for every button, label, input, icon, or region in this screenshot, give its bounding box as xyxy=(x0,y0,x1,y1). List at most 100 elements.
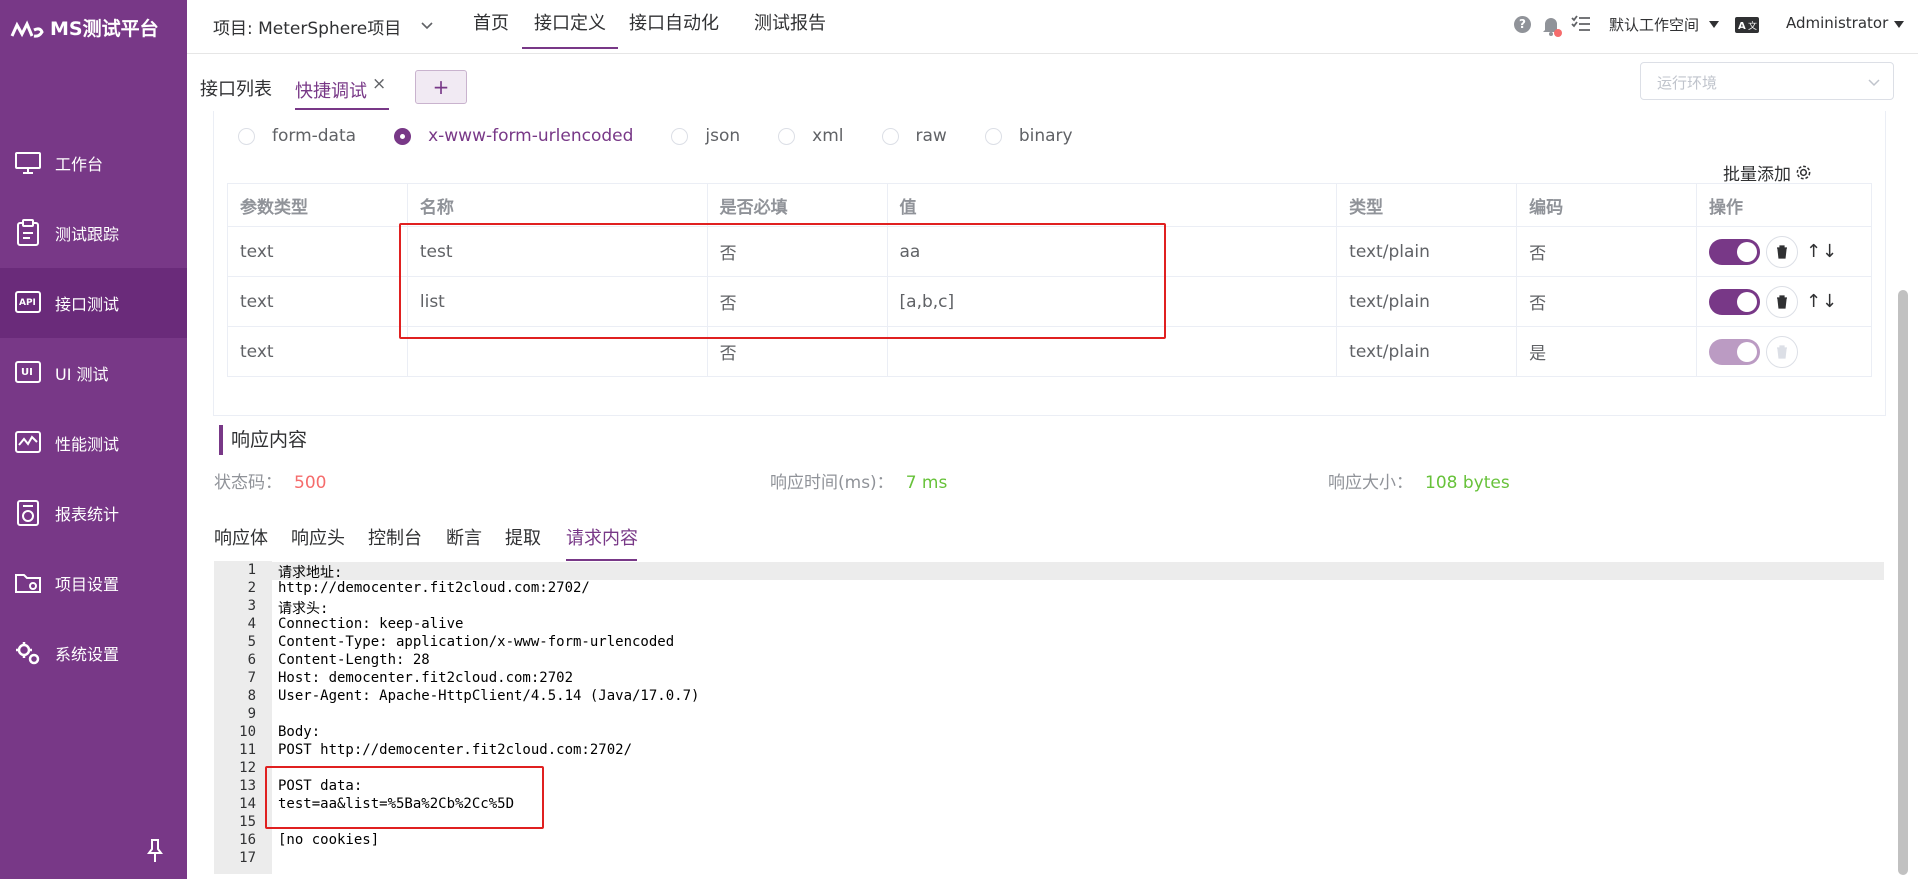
batch-add-label: 批量添加 xyxy=(1723,165,1791,185)
sidebar-item-ui-test[interactable]: UI UI 测试 xyxy=(0,338,187,408)
active-tab-indicator xyxy=(295,108,389,110)
line-text: Body: xyxy=(278,724,321,740)
radio-binary[interactable]: binary xyxy=(984,126,1073,146)
delete-button[interactable] xyxy=(1765,285,1798,318)
trash-icon xyxy=(1776,244,1787,259)
sidebar-item-label: 测试跟踪 xyxy=(55,225,120,244)
close-tab-icon[interactable]: × xyxy=(372,74,386,94)
response-time-value: 7 ms xyxy=(905,473,948,493)
add-tab-button[interactable]: + xyxy=(415,70,467,104)
sidebar-item-api-test[interactable]: API 接口测试 xyxy=(0,268,187,338)
menu-api-definition[interactable]: 接口定义 xyxy=(522,0,618,49)
line-number: 3 xyxy=(247,598,256,614)
param-encode-cell[interactable]: 否 xyxy=(1516,226,1697,277)
code-line: 8 User-Agent: Apache-HttpClient/4.5.14 (J… xyxy=(214,688,1884,706)
caret-down-icon[interactable] xyxy=(1708,20,1720,30)
line-number: 11 xyxy=(239,742,256,758)
line-number: 8 xyxy=(247,688,256,704)
response-time-label: 响应时间(ms)： xyxy=(770,473,894,493)
sidebar-item-reports[interactable]: 报表统计 xyxy=(0,478,187,548)
scrollbar[interactable] xyxy=(1898,290,1908,875)
chevron-down-icon xyxy=(1868,79,1880,87)
param-content-type-cell[interactable]: text/plain xyxy=(1336,326,1518,377)
bell-icon[interactable] xyxy=(1541,14,1563,38)
param-type-cell[interactable]: text xyxy=(227,326,408,377)
logo[interactable]: MS测试平台 xyxy=(10,12,159,42)
radio-json[interactable]: json xyxy=(671,126,740,146)
api-icon: API xyxy=(13,288,43,318)
radio-label: raw xyxy=(915,126,947,146)
table-header-row: 参数类型 名称 是否必填 值 类型 编码 操作 xyxy=(227,183,1873,227)
sidebar-item-project-settings[interactable]: 项目设置 xyxy=(0,548,187,618)
param-encode-cell[interactable]: 否 xyxy=(1516,276,1697,327)
line-number: 14 xyxy=(239,796,256,812)
param-content-type-cell[interactable]: text/plain xyxy=(1336,226,1518,277)
tab-extract[interactable]: 提取 xyxy=(505,524,541,550)
tab-response-headers[interactable]: 响应头 xyxy=(291,524,345,550)
delete-button[interactable] xyxy=(1765,235,1798,268)
top-bar: 项目: MeterSphere项目 首页 接口定义 接口自动化 测试报告 ? 默… xyxy=(187,0,1918,54)
menu-test-report[interactable]: 测试报告 xyxy=(742,0,838,49)
svg-text:UI: UI xyxy=(21,367,33,378)
code-line: 5 Content-Type: application/x-www-form-ur… xyxy=(214,634,1884,652)
language-icon[interactable]: A文 xyxy=(1735,16,1759,34)
status-code-stat: 状态码： 500 xyxy=(214,468,326,493)
line-text: Content-Length: 28 xyxy=(278,652,430,668)
logo-text: MS测试平台 xyxy=(50,17,159,40)
line-text: [no cookies] xyxy=(278,832,380,848)
help-icon[interactable]: ? xyxy=(1514,16,1531,33)
line-number: 10 xyxy=(239,724,256,740)
radio-raw[interactable]: raw xyxy=(881,126,947,146)
task-list-icon[interactable] xyxy=(1571,15,1591,33)
caret-down-icon[interactable] xyxy=(1893,20,1905,30)
chevron-down-icon[interactable] xyxy=(419,17,435,33)
gears-icon xyxy=(13,638,43,668)
param-type-cell[interactable]: text xyxy=(227,276,408,327)
menu-home[interactable]: 首页 xyxy=(461,0,521,49)
radio-label: xml xyxy=(812,126,844,146)
tab-assertions[interactable]: 断言 xyxy=(446,524,482,550)
batch-add-button[interactable]: 批量添加 xyxy=(1723,160,1812,185)
sidebar-item-test-track[interactable]: 测试跟踪 xyxy=(0,198,187,268)
radio-dot xyxy=(238,127,255,145)
line-number: 5 xyxy=(247,634,256,650)
enable-toggle[interactable] xyxy=(1708,238,1760,265)
sidebar-item-label: 接口测试 xyxy=(55,295,120,314)
tab-request-content[interactable]: 请求内容 xyxy=(566,524,638,550)
ui-test-icon: UI xyxy=(13,358,43,388)
sidebar-item-system-settings[interactable]: 系统设置 xyxy=(0,618,187,688)
project-selector[interactable]: 项目: MeterSphere项目 xyxy=(213,14,401,39)
param-content-type-cell[interactable]: text/plain xyxy=(1336,276,1518,327)
radio-dot xyxy=(881,127,899,145)
param-encode-cell[interactable]: 是 xyxy=(1516,326,1697,377)
radio-x-www-form-urlencoded[interactable]: x-www-form-urlencoded xyxy=(394,126,633,146)
user-menu[interactable]: Administrator xyxy=(1786,14,1888,32)
line-text: http://democenter.fit2cloud.com:2702/ xyxy=(278,580,590,596)
tab-api-list[interactable]: 接口列表 xyxy=(200,75,272,101)
radio-form-data[interactable]: form-data xyxy=(238,126,356,146)
tab-quick-debug[interactable]: 快捷调试 xyxy=(295,77,367,103)
status-code-label: 状态码： xyxy=(214,473,282,493)
menu-api-automation[interactable]: 接口自动化 xyxy=(617,0,731,49)
column-header: 类型 xyxy=(1336,183,1518,227)
move-arrows-icon[interactable]: ↑↓ xyxy=(1806,291,1838,312)
workspace-selector[interactable]: 默认工作空间 xyxy=(1609,14,1699,35)
line-number: 17 xyxy=(239,850,256,866)
environment-select[interactable]: 运行环境 xyxy=(1640,62,1894,100)
pin-icon[interactable] xyxy=(145,838,165,864)
delete-button[interactable] xyxy=(1765,335,1798,368)
enable-toggle[interactable] xyxy=(1708,338,1760,365)
column-header: 参数类型 xyxy=(227,183,408,227)
sidebar-item-workbench[interactable]: 工作台 xyxy=(0,128,187,198)
move-arrows-icon[interactable]: ↑↓ xyxy=(1806,241,1838,262)
sidebar-item-performance[interactable]: 性能测试 xyxy=(0,408,187,478)
code-line: 16 [no cookies] xyxy=(214,832,1884,850)
param-type-cell[interactable]: text xyxy=(227,226,408,277)
enable-toggle[interactable] xyxy=(1708,288,1760,315)
tab-response-body[interactable]: 响应体 xyxy=(214,524,268,550)
code-line: 4 Connection: keep-alive xyxy=(214,616,1884,634)
response-size-label: 响应大小： xyxy=(1328,473,1413,493)
sidebar-item-label: 工作台 xyxy=(55,155,104,174)
tab-console[interactable]: 控制台 xyxy=(368,524,422,550)
radio-xml[interactable]: xml xyxy=(778,126,844,146)
